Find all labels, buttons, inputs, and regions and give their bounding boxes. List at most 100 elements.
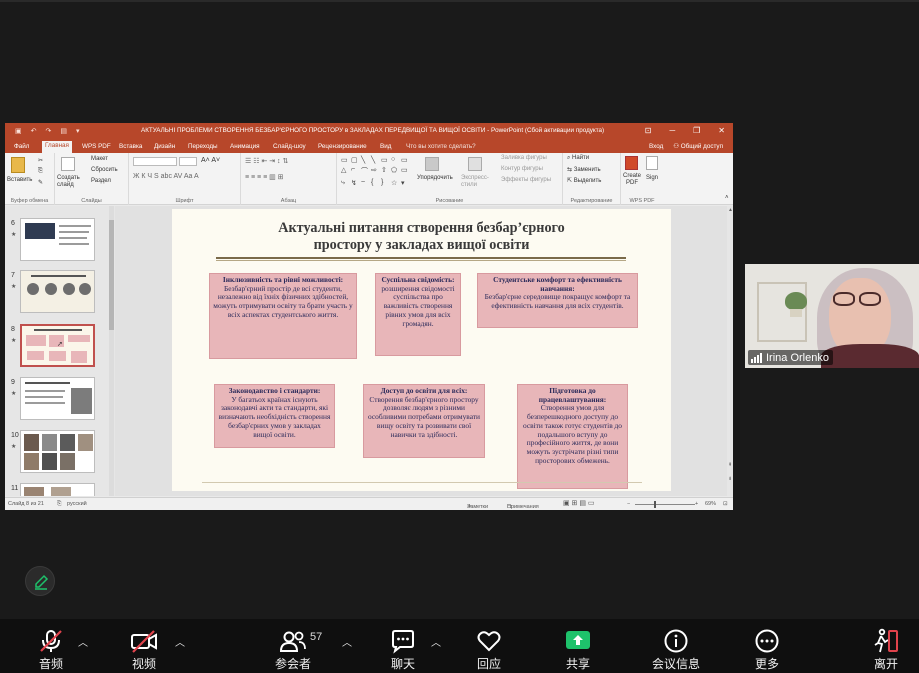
reset-button[interactable]: Сбросить [91, 167, 118, 173]
participants-button[interactable]: 57 参会者 ︿ [258, 619, 352, 673]
present-icon[interactable]: ▤ [60, 127, 67, 135]
format-painter-icon[interactable]: ✎ [38, 179, 43, 186]
shape-fill-button[interactable]: Заливка фигуры [501, 155, 547, 161]
zoom-slider-handle[interactable] [654, 501, 656, 508]
cut-icon[interactable]: ✂ [38, 157, 43, 164]
layout-button[interactable]: Макет [91, 156, 108, 162]
meeting-info-button[interactable]: 会议信息 [641, 619, 711, 673]
annotate-button[interactable] [25, 566, 55, 596]
more-button[interactable]: 更多 [732, 619, 802, 673]
tab-design[interactable]: Дизайн [151, 142, 178, 151]
thumb-image [24, 434, 39, 451]
maximize-icon[interactable]: ❐ [693, 126, 700, 135]
quick-styles-button[interactable]: Экспресс-стили [461, 175, 497, 189]
collapse-ribbon-icon[interactable]: ˄ [725, 195, 729, 201]
content-box[interactable]: Суспільна свідомість: розширення свідомо… [375, 273, 461, 356]
copy-icon[interactable]: ⎘ [38, 168, 43, 175]
arrange-button[interactable]: Упорядочить [417, 175, 453, 181]
chevron-up-icon[interactable]: ︿ [431, 634, 441, 649]
slide-thumbnail[interactable] [20, 377, 95, 420]
content-box[interactable]: Законодавство і стандарти: У багатьох кр… [214, 384, 335, 448]
shape-effects-button[interactable]: Эффекты фигуры [501, 177, 551, 183]
new-slide-button[interactable]: Создать слайд [57, 175, 83, 189]
tab-insert[interactable]: Вставка [116, 142, 145, 151]
tab-slideshow[interactable]: Слайд-шоу [270, 142, 309, 151]
arrange-icon[interactable] [425, 157, 439, 171]
thumbnails-scrollbar[interactable] [109, 206, 114, 496]
scrollbar-thumb[interactable] [109, 220, 114, 330]
share-link[interactable]: ⚇ Общий доступ [673, 143, 723, 150]
slide-thumbnail[interactable] [20, 270, 95, 313]
fit-to-window-icon[interactable]: ⊡ [723, 501, 728, 507]
replace-button[interactable]: ⇆ Заменить [567, 166, 601, 173]
share-screen-button[interactable]: 共享 [543, 619, 613, 673]
align-buttons-icon[interactable]: ≡ ≡ ≡ ≡ ▥ ⊞ [245, 173, 284, 181]
minimize-icon[interactable]: ─ [669, 126, 675, 135]
new-slide-icon[interactable] [61, 157, 75, 171]
font-style-buttons[interactable]: Ж К Ч S abc AV Aa A [133, 173, 199, 180]
language-label[interactable]: русский [67, 501, 87, 507]
ribbon-display-icon[interactable]: ⊡ [645, 126, 652, 135]
tab-wps-pdf[interactable]: WPS PDF [79, 142, 114, 151]
chat-button[interactable]: 聊天 ︿ [368, 619, 441, 673]
slide-thumbnail[interactable] [20, 483, 95, 496]
font-name-field[interactable] [133, 157, 177, 166]
chevron-up-icon[interactable]: ︿ [342, 634, 352, 649]
sign-icon[interactable] [646, 156, 658, 170]
tab-home[interactable]: Главная [42, 141, 72, 153]
current-slide[interactable]: Актуальні питання створення безбар’єрног… [172, 209, 671, 491]
tell-me-box[interactable]: Что вы хотите сделать? [403, 142, 479, 151]
slide-thumbnail-selected[interactable]: ➚ [20, 324, 95, 367]
slide-thumbnail[interactable] [20, 218, 95, 261]
save-icon[interactable]: ▣ [15, 127, 22, 135]
paste-icon[interactable] [11, 157, 25, 173]
view-buttons-icon[interactable]: ▣ ⊞ ▤ ▭ [563, 499, 595, 507]
content-box[interactable]: Студентське комфорт та ефективність навч… [477, 273, 638, 328]
select-button[interactable]: ⇱ Выделить [567, 177, 601, 184]
zoom-in-icon[interactable]: + [695, 501, 698, 507]
section-button[interactable]: Раздел [91, 178, 111, 184]
tab-animation[interactable]: Анимация [227, 142, 263, 151]
undo-icon[interactable]: ↶ [31, 127, 37, 135]
thumb-image [71, 388, 92, 414]
zoom-out-icon[interactable]: − [627, 501, 630, 507]
tab-review[interactable]: Рецензирование [315, 142, 370, 151]
create-pdf-icon[interactable] [625, 156, 638, 170]
participant-name-tag: Irina Orlenko [748, 350, 833, 365]
audio-button[interactable]: 音频 ︿ [16, 619, 88, 673]
scroll-up-icon[interactable]: ▲ [728, 207, 733, 213]
content-box[interactable]: Інклюзивність та рівні можливості: Безба… [209, 273, 357, 359]
zoom-slider[interactable] [635, 504, 695, 505]
shapes-gallery[interactable]: ▭ ▢ ╲ ╲ ▭ ○ ▭ △ ⌐ ⌒ ⇨ ⇧ ⬠ ▭ ⤷ ↯ ~{} ☆ ▾ [341, 156, 411, 188]
tab-transitions[interactable]: Переходы [185, 142, 221, 151]
content-box[interactable]: Підготовка до працевлаштування: Створенн… [517, 384, 628, 489]
spellcheck-icon[interactable]: ⎘ [57, 501, 61, 508]
sign-button[interactable]: Sign [646, 175, 658, 181]
redo-icon[interactable]: ↷ [46, 127, 52, 135]
customize-qat-icon[interactable]: ▾ [76, 127, 80, 135]
list-buttons-icon[interactable]: ☰ ☷ ⇤ ⇥ ↕ ⇅ [245, 157, 288, 165]
canvas-scrollbar[interactable]: ▲ ⇞ ⇟ [727, 206, 733, 496]
content-box[interactable]: Доступ до освіти для всіх: Створення без… [363, 384, 485, 458]
chevron-up-icon[interactable]: ︿ [78, 634, 88, 649]
close-icon[interactable]: ✕ [718, 126, 725, 135]
paste-button[interactable]: Вставить [7, 177, 32, 183]
create-pdf-button[interactable]: Create PDF [623, 173, 641, 187]
tab-view[interactable]: Вид [377, 142, 394, 151]
font-size-field[interactable] [179, 157, 197, 166]
find-button[interactable]: ⌕ Найти [567, 155, 589, 162]
prev-slide-icon[interactable]: ⇞ [728, 462, 732, 468]
next-slide-icon[interactable]: ⇟ [728, 476, 732, 482]
tab-file[interactable]: Файл [11, 142, 32, 151]
slide-thumbnail[interactable] [20, 430, 95, 473]
shape-outline-button[interactable]: Контур фигуры [501, 166, 543, 172]
video-button[interactable]: 视频 ︿ [109, 619, 185, 673]
sign-in-link[interactable]: Вход [649, 143, 663, 150]
chevron-up-icon[interactable]: ︿ [175, 634, 185, 649]
zoom-level[interactable]: 69% [705, 501, 716, 507]
quick-styles-icon[interactable] [468, 157, 482, 171]
leave-button[interactable]: 离开 [851, 619, 919, 673]
reactions-button[interactable]: 回应 [454, 619, 524, 673]
grow-font-icon[interactable]: A˄ A˅ [201, 157, 220, 164]
participant-video-tile[interactable]: Irina Orlenko [745, 264, 919, 368]
